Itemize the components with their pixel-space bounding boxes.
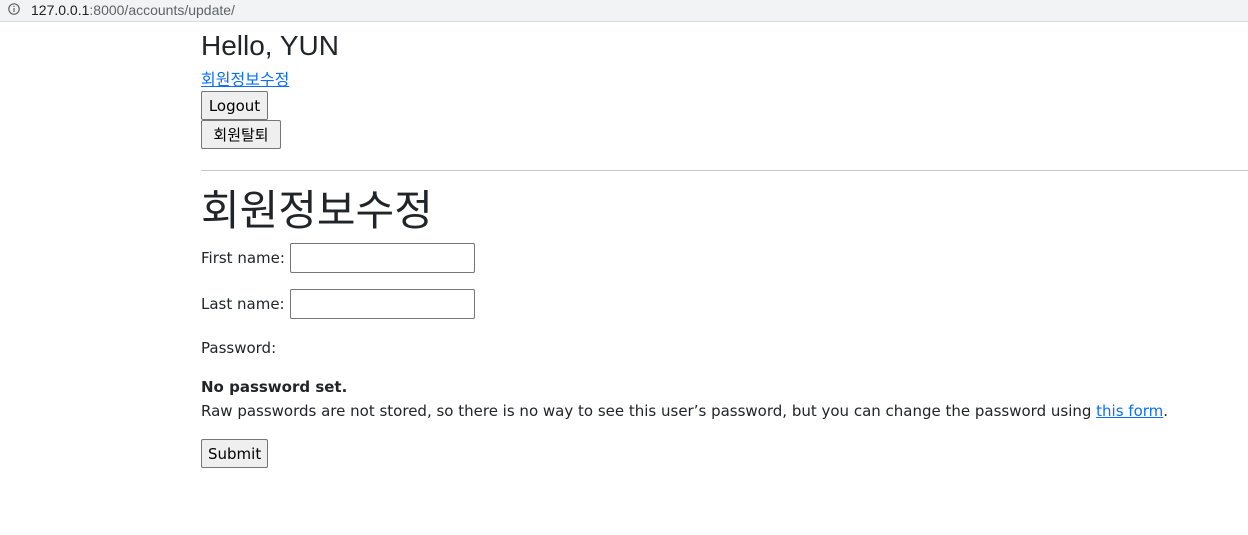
last-name-row: Last name: bbox=[201, 289, 475, 319]
password-help-text: Raw passwords are not stored, so there i… bbox=[201, 402, 1168, 420]
last-name-input[interactable] bbox=[289, 289, 475, 319]
header-section: Hello, YUN 회원정보수정 Logout 회원탈퇴 bbox=[201, 28, 1248, 149]
url-host: 127.0.0.1 bbox=[31, 2, 90, 18]
page-title: 회원정보수정 bbox=[201, 186, 433, 235]
greeting: Hello, YUN bbox=[201, 30, 339, 61]
first-name-input[interactable] bbox=[289, 243, 475, 273]
first-name-label: First name: bbox=[201, 249, 285, 267]
last-name-label: Last name: bbox=[201, 295, 285, 313]
info-icon[interactable] bbox=[8, 3, 20, 15]
password-label: Password: bbox=[201, 339, 277, 357]
help-text-before: Raw passwords are not stored, so there i… bbox=[201, 402, 1097, 420]
password-row: Password: bbox=[201, 339, 276, 357]
no-password-text: No password set. bbox=[201, 378, 348, 396]
browser-address-bar[interactable]: 127.0.0.1:8000/accounts/update/ bbox=[0, 0, 1248, 22]
withdraw-button[interactable]: 회원탈퇴 bbox=[201, 120, 281, 149]
url-text[interactable]: 127.0.0.1:8000/accounts/update/ bbox=[31, 2, 235, 18]
url-path: :8000/accounts/update/ bbox=[89, 2, 235, 18]
submit-button[interactable]: Submit bbox=[201, 439, 268, 468]
update-profile-link[interactable]: 회원정보수정 bbox=[201, 70, 289, 90]
logout-button[interactable]: Logout bbox=[201, 91, 268, 120]
first-name-row: First name: bbox=[201, 243, 475, 273]
divider bbox=[201, 170, 1248, 171]
help-text-after: . bbox=[1163, 402, 1169, 420]
change-password-link[interactable]: this form bbox=[1096, 402, 1163, 420]
